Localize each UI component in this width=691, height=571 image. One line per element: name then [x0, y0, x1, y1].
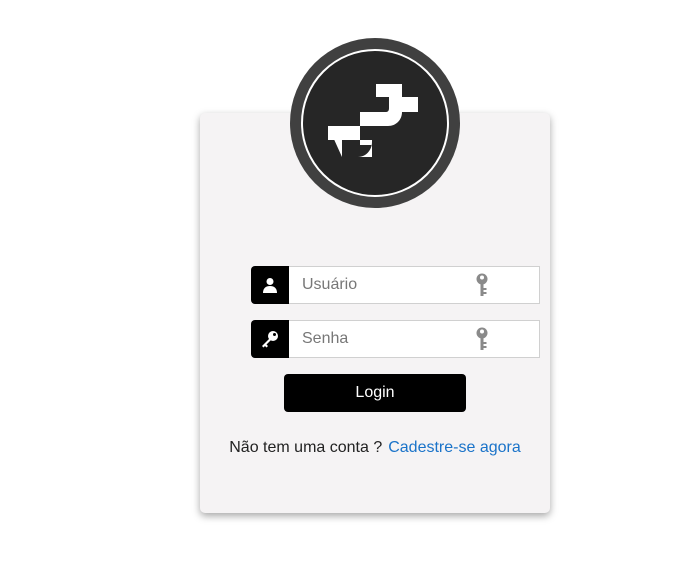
signup-link[interactable]: Cadestre-se agora	[388, 439, 521, 456]
login-button[interactable]: Login	[284, 374, 466, 412]
password-field	[251, 320, 540, 358]
brand-logo-icon	[290, 38, 460, 208]
key-outline-icon	[476, 327, 488, 350]
user-icon	[251, 266, 289, 304]
username-field	[251, 266, 540, 304]
signup-prompt-text: Não tem uma conta ?	[229, 439, 383, 456]
username-input[interactable]	[289, 266, 540, 304]
signup-prompt: Não tem uma conta ? Cadestre-se agora	[200, 439, 550, 457]
key-icon	[251, 320, 289, 358]
password-input[interactable]	[289, 320, 540, 358]
key-outline-icon	[476, 273, 488, 296]
